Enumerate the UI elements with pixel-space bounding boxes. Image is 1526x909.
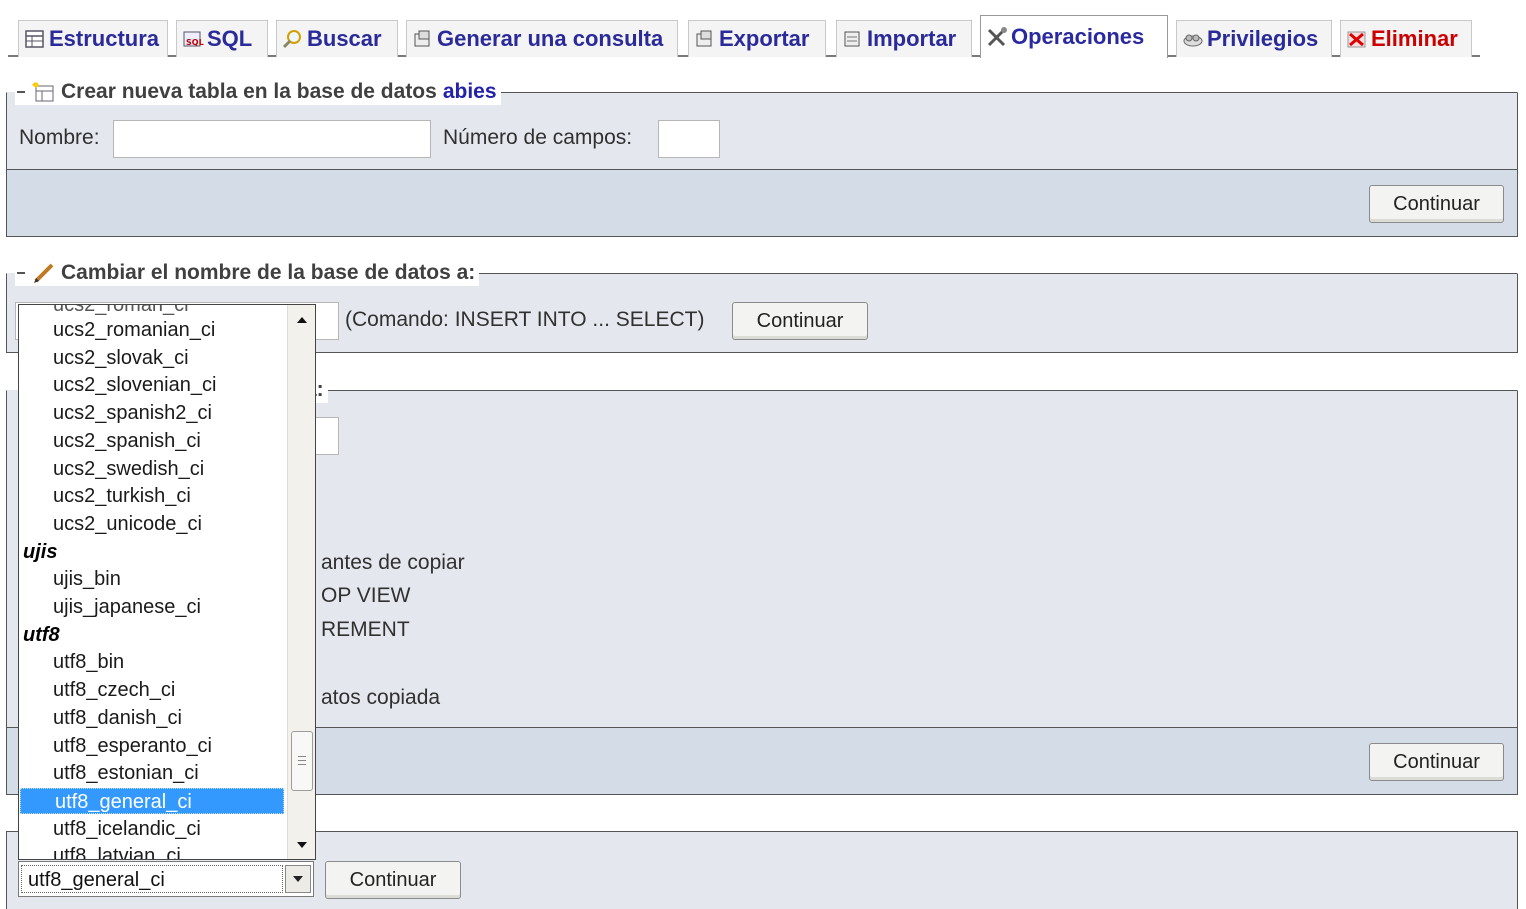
db-name-link[interactable]: abies — [443, 80, 497, 104]
wrench-tools-icon — [985, 26, 1009, 48]
fieldset-border — [328, 390, 1517, 391]
tab-operaciones[interactable]: Operaciones — [980, 15, 1168, 58]
import-icon — [841, 28, 865, 50]
rename-db-continue-button[interactable]: Continuar — [732, 302, 868, 340]
tab-label: Buscar — [307, 26, 382, 51]
tab-label: Importar — [867, 26, 957, 51]
privileges-icon — [1181, 28, 1205, 50]
list-item[interactable]: ucs2_spanish_ci — [19, 428, 285, 454]
collation-selected-value: utf8_general_ci — [21, 865, 283, 893]
table-name-input[interactable] — [113, 120, 431, 158]
list-item-partial[interactable]: ucs2_roman_ci — [19, 305, 285, 318]
create-table-continue-button[interactable]: Continuar — [1369, 185, 1504, 223]
table-structure-icon — [23, 28, 47, 50]
export-icon — [693, 28, 717, 50]
tab-label: Generar una consulta — [437, 26, 664, 51]
copy-option-line: REMENT — [321, 618, 410, 641]
copy-db-continue-button[interactable]: Continuar — [1369, 743, 1504, 781]
name-label: Nombre: — [19, 126, 100, 149]
list-item[interactable]: ujis_bin — [19, 566, 285, 592]
list-item[interactable]: utf8_bin — [19, 649, 285, 675]
collation-select[interactable]: utf8_general_ci — [18, 861, 314, 897]
tab-label: Privilegios — [1207, 26, 1319, 51]
list-item[interactable]: ucs2_spanish2_ci — [19, 400, 285, 426]
tab-sql[interactable]: SQL SQL — [176, 20, 268, 57]
query-builder-icon — [411, 28, 435, 50]
tab-generar-consulta[interactable]: Generar una consulta — [406, 20, 678, 57]
list-item[interactable]: ucs2_slovak_ci — [19, 345, 285, 371]
option-group-label: ujis — [23, 540, 58, 563]
pencil-icon — [31, 261, 57, 285]
create-table-legend-text: Crear nueva tabla en la base de datos — [61, 80, 437, 103]
num-fields-label: Número de campos: — [443, 126, 633, 149]
create-table-fieldset: Crear nueva tabla en la base de datos ab… — [6, 79, 1518, 170]
list-item[interactable]: ucs2_slovenian_ci — [19, 372, 285, 398]
create-table-legend: Crear nueva tabla en la base de datos ab… — [15, 79, 501, 105]
copy-option-line: atos copiada — [321, 686, 441, 709]
num-fields-input[interactable] — [658, 120, 720, 158]
command-hint: (Comando: INSERT INTO ... SELECT) — [345, 308, 705, 331]
list-item[interactable]: utf8_icelandic_ci — [19, 816, 285, 842]
tab-eliminar[interactable]: Eliminar — [1340, 20, 1472, 57]
chevron-down-icon[interactable] — [285, 865, 311, 893]
list-item[interactable]: utf8_general_ci — [20, 787, 284, 814]
tab-label: Operaciones — [1011, 24, 1145, 49]
list-item[interactable]: ucs2_swedish_ci — [19, 456, 285, 482]
tab-buscar[interactable]: Buscar — [276, 20, 398, 57]
delete-x-icon — [1345, 28, 1369, 50]
sql-icon: SQL — [181, 28, 205, 50]
svg-text:SQL: SQL — [186, 38, 204, 47]
tab-label: Eliminar — [1371, 26, 1458, 51]
tab-estructura[interactable]: Estructura — [18, 20, 168, 57]
tab-label: Exportar — [719, 26, 810, 51]
scroll-up-arrow-icon[interactable] — [292, 310, 312, 330]
tab-label: SQL — [207, 26, 253, 51]
list-item[interactable]: ucs2_unicode_ci — [19, 511, 285, 537]
new-table-icon — [31, 80, 57, 104]
tab-importar[interactable]: Importar — [836, 20, 972, 57]
create-table-footer: Continuar — [6, 169, 1518, 237]
fieldset-border — [479, 273, 1517, 274]
magnifier-icon — [281, 28, 305, 50]
list-item[interactable]: utf8_estonian_ci — [19, 760, 285, 786]
list-item[interactable]: utf8_esperanto_ci — [19, 733, 285, 759]
collation-continue-button[interactable]: Continuar — [325, 861, 461, 899]
tab-exportar[interactable]: Exportar — [688, 20, 826, 57]
rename-db-legend-text: Cambiar el nombre de la base de datos a: — [61, 261, 476, 284]
list-item[interactable]: ucs2_romanian_ci — [19, 317, 285, 343]
rename-db-legend: Cambiar el nombre de la base de datos a: — [15, 260, 480, 286]
tab-privilegios[interactable]: Privilegios — [1176, 20, 1332, 57]
option-group-label: utf8 — [23, 623, 60, 646]
dropdown-scrollbar[interactable] — [287, 305, 315, 859]
tab-bar: Estructura SQL SQL Buscar Generar una co… — [0, 0, 1526, 60]
fieldset-border — [501, 92, 1517, 93]
copy-option-line: OP VIEW — [321, 584, 411, 607]
list-item[interactable]: utf8_latvian_ci — [19, 843, 285, 859]
list-item[interactable]: utf8_danish_ci — [19, 705, 285, 731]
list-item[interactable]: ujis_japanese_ci — [19, 594, 285, 620]
collation-dropdown-list[interactable]: ucs2_roman_ci ucs2_romanian_ci ucs2_slova… — [18, 304, 316, 860]
scroll-down-arrow-icon[interactable] — [292, 835, 312, 855]
list-item[interactable]: ucs2_turkish_ci — [19, 483, 285, 509]
list-item[interactable]: utf8_czech_ci — [19, 677, 285, 703]
copy-option-line: antes de copiar — [321, 551, 465, 574]
scroll-thumb[interactable] — [291, 731, 313, 791]
tab-label: Estructura — [49, 26, 160, 51]
